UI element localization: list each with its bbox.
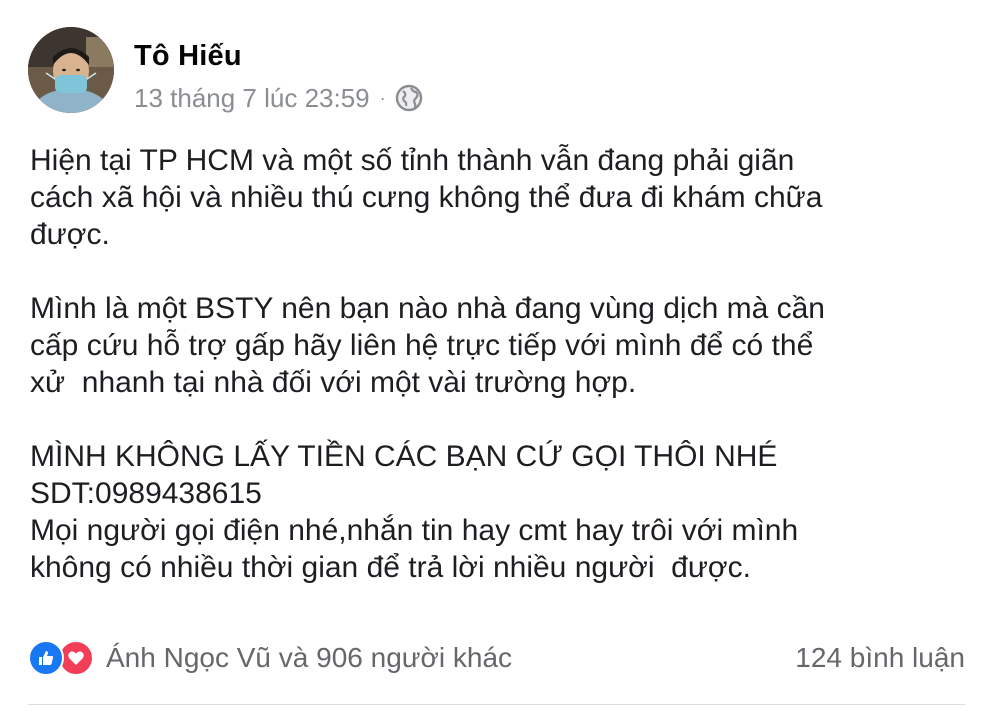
avatar[interactable] [28,27,114,113]
post-meta: 13 tháng 7 lúc 23:59 · [134,82,424,114]
meta-separator: · [379,87,386,108]
divider [28,704,965,705]
globe-icon[interactable] [394,83,424,113]
post-paragraph: Hiện tại TP HCM và một số tỉnh thành vẫn… [30,144,823,251]
facebook-post: Tô Hiếu 13 tháng 7 lúc 23:59 · Hiện tại … [0,0,990,711]
post-content: Hiện tại TP HCM và một số tỉnh thành vẫn… [30,142,970,586]
reactions-summary[interactable]: Ánh Ngọc Vũ và 906 người khác [28,638,512,678]
reactions-text: Ánh Ngọc Vũ và 906 người khác [106,642,513,673]
comments-count[interactable]: 124 bình luận [795,638,965,678]
post-paragraph: Mình là một BSTY nên bạn nào nhà đang vù… [30,292,825,399]
author-name[interactable]: Tô Hiếu [134,40,242,73]
post-timestamp[interactable]: 13 tháng 7 lúc 23:59 [134,83,370,114]
like-icon [28,640,64,676]
post-paragraph: MÌNH KHÔNG LẤY TIỀN CÁC BẠN CỨ GỌI THÔI … [30,440,799,584]
avatar-photo [28,27,114,113]
